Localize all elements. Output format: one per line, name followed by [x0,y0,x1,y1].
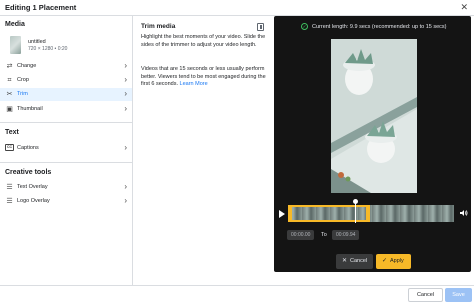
editor-cancel-label: Cancel [350,258,368,264]
cancel-button[interactable]: Cancel [408,288,443,302]
chevron-right-icon: › [124,61,127,70]
text-overlay-icon: ☰ [6,184,13,191]
close-icon[interactable]: ✕ [460,2,468,13]
chevron-right-icon: › [124,143,127,152]
length-status: ✓ Current length: 9.9 secs (recommended:… [301,23,447,30]
dialog-title: Editing 1 Placement [5,3,77,12]
volume-icon[interactable] [460,209,468,217]
image-icon: ▣ [6,106,13,113]
media-heading: Media [5,21,25,28]
dialog-header: Editing 1 Placement ✕ [0,0,474,16]
swap-icon: ⇄ [6,63,13,70]
trim-timeline [274,199,471,224]
media-tool-label: Trim [17,91,28,97]
section-divider [0,162,132,163]
media-file-name: untitled [28,39,46,45]
editor-cancel-button[interactable]: ✕ Cancel [336,254,373,269]
media-file-meta: 720 × 1280 • 0:20 [28,46,68,52]
cc-icon: CC [5,144,14,151]
chevron-right-icon: › [124,89,127,98]
media-tool-thumbnail[interactable]: ▣ Thumbnail › [0,103,132,116]
creative-tool-text-overlay[interactable]: ☰ Text Overlay › [0,181,132,194]
panel-toggle-icon[interactable] [257,23,264,31]
creative-tool-logo-overlay[interactable]: ☰ Logo Overlay › [0,195,132,208]
trim-selection [288,205,370,222]
media-tool-crop[interactable]: ⌗ Crop › [0,74,132,87]
check-icon: ✓ [382,258,388,264]
chevron-right-icon: › [124,75,127,84]
length-text: Current length: 9.9 secs (recommended: u… [312,23,447,30]
text-tool-label: Captions [17,145,39,151]
media-tool-change[interactable]: ⇄ Change › [0,60,132,73]
media-tool-label: Thumbnail [17,106,43,112]
trim-editor: ✓ Current length: 9.9 secs (recommended:… [274,16,471,272]
creative-tools-heading: Creative tools [5,169,52,176]
trim-description: Highlight the best moments of your video… [141,34,266,48]
check-circle-icon: ✓ [301,23,308,30]
end-time-field[interactable]: 00:09.94 [332,230,360,240]
apply-button[interactable]: ✓ Apply [376,254,411,269]
logo-overlay-icon: ☰ [6,198,13,205]
text-heading: Text [5,129,19,136]
start-time-field[interactable]: 00:00.00 [287,230,315,240]
playhead[interactable] [355,202,356,223]
playhead-knob[interactable] [353,199,358,204]
media-thumbnail [10,36,21,54]
video-frame-image [331,39,417,193]
media-tool-trim[interactable]: ✂ Trim › [0,88,132,101]
chevron-right-icon: › [124,104,127,113]
footer-divider [0,285,474,286]
close-icon: ✕ [342,258,348,264]
crop-icon: ⌗ [7,77,12,84]
trim-handle-right[interactable] [366,205,370,222]
trim-panel-title: Trim media [141,23,176,30]
creative-tool-label: Text Overlay [17,184,48,190]
video-preview[interactable] [331,39,417,193]
creative-tool-label: Logo Overlay [17,198,50,204]
scissors-icon: ✂ [6,91,13,98]
to-label: To [321,232,327,238]
save-button[interactable]: Save [445,288,472,302]
apply-label: Apply [390,258,404,264]
play-icon[interactable] [279,210,285,218]
learn-more-link[interactable]: Learn More [180,81,208,87]
text-tool-captions[interactable]: CC Captions › [0,142,132,155]
media-tool-label: Change [17,63,37,69]
chevron-right-icon: › [124,182,127,191]
media-tool-label: Crop [17,77,29,83]
trim-handle-left[interactable] [288,205,292,222]
section-divider [0,122,132,123]
trim-tips: Videos that are 15 seconds or less usual… [141,66,269,89]
chevron-right-icon: › [124,196,127,205]
